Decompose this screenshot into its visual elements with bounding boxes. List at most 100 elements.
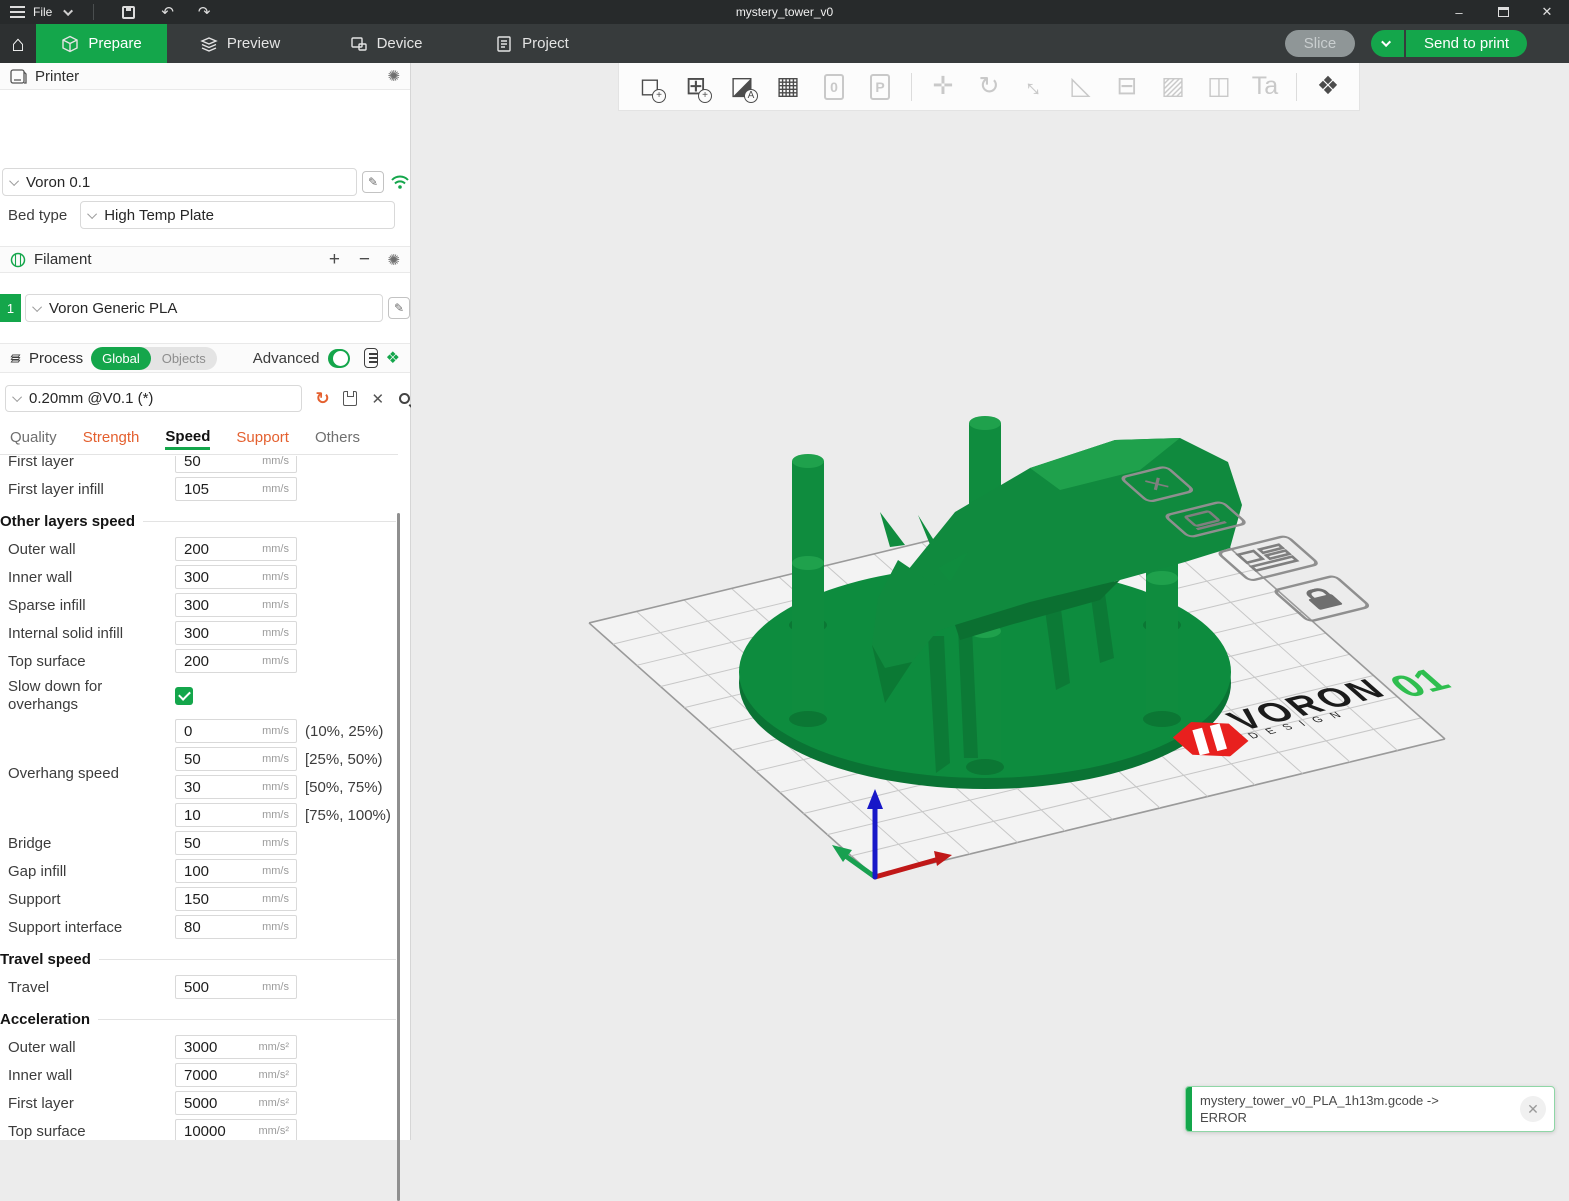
setting-input[interactable]: 50mm/s — [175, 456, 297, 473]
setting-unit: mm/s — [262, 456, 296, 467]
setting-input[interactable]: 3000mm/s² — [175, 1035, 297, 1059]
undo-button[interactable]: ↶ — [161, 5, 174, 20]
setting-input[interactable]: 200mm/s — [175, 537, 297, 561]
setting-input[interactable]: 10000mm/s² — [175, 1119, 297, 1140]
process-profile-select[interactable]: 0.20mm @V0.1 (*) — [5, 385, 302, 412]
redo-button[interactable]: ↷ — [198, 5, 211, 20]
add-plate-icon[interactable]: ⊞+ — [677, 68, 715, 106]
parameter-list-icon[interactable] — [364, 348, 378, 368]
setting-input[interactable]: 50mm/s — [175, 831, 297, 855]
setting-input[interactable]: 300mm/s — [175, 593, 297, 617]
file-menu-caret-icon[interactable] — [63, 6, 73, 16]
setting-row: First layer infill105mm/s — [8, 475, 398, 503]
setting-value: 0 — [176, 723, 262, 740]
close-button[interactable]: ✕ — [1525, 0, 1569, 24]
send-to-print-button[interactable]: Send to print — [1406, 30, 1527, 57]
setting-input[interactable]: 10mm/s — [175, 803, 297, 827]
notification-close-icon[interactable]: ✕ — [1520, 1096, 1546, 1122]
process-tune-icon[interactable]: ❖ — [386, 348, 400, 368]
remove-filament-button[interactable]: − — [353, 249, 375, 271]
filament-settings-gear-icon[interactable]: ✺ — [387, 251, 400, 269]
scope-global[interactable]: Global — [91, 347, 151, 370]
setting-input[interactable]: 300mm/s — [175, 565, 297, 589]
save-button[interactable] — [122, 6, 135, 19]
setting-label: Slow down for overhangs — [8, 678, 175, 714]
filament-select[interactable]: Voron Generic PLA — [25, 294, 383, 322]
setting-unit: mm/s² — [258, 1069, 296, 1081]
section-label: Travel speed — [0, 951, 91, 968]
edit-filament-button[interactable]: ✎ — [388, 297, 410, 319]
add-filament-button[interactable]: + — [323, 249, 345, 271]
split-to-parts-icon: ▨ — [1154, 68, 1192, 106]
home-button[interactable]: ⌂ — [0, 24, 36, 63]
maximize-icon — [1498, 7, 1509, 17]
advanced-toggle[interactable] — [328, 349, 351, 368]
setting-label: Support — [8, 891, 175, 908]
setting-unit: mm/s — [262, 893, 296, 905]
process-tab-others[interactable]: Others — [315, 429, 360, 448]
send-options-button[interactable] — [1371, 30, 1404, 57]
chevron-down-icon — [12, 392, 22, 402]
edit-printer-button[interactable]: ✎ — [362, 171, 384, 193]
printer-select[interactable]: Voron 0.1 — [2, 168, 357, 196]
scene-3d[interactable] — [411, 63, 1569, 1140]
maximize-button[interactable] — [1481, 0, 1525, 24]
setting-row: First layer50mm/s — [8, 456, 398, 475]
setting-input[interactable]: 105mm/s — [175, 477, 297, 501]
save-profile-icon[interactable] — [343, 391, 358, 406]
checkbox[interactable] — [175, 687, 193, 705]
setting-input[interactable]: 5000mm/s² — [175, 1091, 297, 1115]
file-menu[interactable]: File — [33, 5, 52, 19]
setting-input[interactable]: 100mm/s — [175, 859, 297, 883]
setting-value: 3000 — [176, 1039, 258, 1056]
setting-value: 5000 — [176, 1095, 258, 1112]
tab-preview[interactable]: Preview — [167, 24, 313, 63]
assembly-icon[interactable]: ❖ — [1309, 68, 1347, 106]
setting-unit: mm/s² — [258, 1041, 296, 1053]
printer-settings-gear-icon[interactable]: ✺ — [387, 67, 400, 85]
settings-scrollbar[interactable] — [397, 513, 400, 1201]
setting-input[interactable]: 200mm/s — [175, 649, 297, 673]
move-icon: ✛ — [924, 68, 962, 106]
setting-label: Top surface — [8, 653, 175, 670]
viewport-3d[interactable]: ✕ VORON DESIGN 01 ◻+⊞+◪A▦0P✛↻↔◺⊟▨◫Ta❖ my… — [411, 63, 1569, 1140]
process-tab-support[interactable]: Support — [236, 429, 289, 448]
tab-prepare[interactable]: Prepare — [36, 24, 167, 63]
reset-profile-icon[interactable]: ↻ — [315, 389, 329, 409]
copy-icon: 0 — [815, 68, 853, 106]
slice-button[interactable]: Slice — [1285, 30, 1355, 57]
setting-input[interactable]: 30mm/s — [175, 775, 297, 799]
setting-input[interactable]: 50mm/s — [175, 747, 297, 771]
setting-unit: mm/s — [262, 753, 296, 765]
setting-row: Travel500mm/s — [8, 973, 398, 1001]
setting-input[interactable]: 300mm/s — [175, 621, 297, 645]
wifi-connected-icon[interactable] — [390, 174, 410, 190]
process-tab-quality[interactable]: Quality — [10, 429, 57, 448]
clear-profile-icon[interactable]: ✕ — [371, 390, 384, 408]
auto-orient-icon[interactable]: ◪A — [723, 68, 761, 106]
setting-input[interactable]: 7000mm/s² — [175, 1063, 297, 1087]
setting-input[interactable]: 80mm/s — [175, 915, 297, 939]
process-tab-strength[interactable]: Strength — [83, 429, 140, 448]
setting-input[interactable]: 150mm/s — [175, 887, 297, 911]
setting-input[interactable]: 0mm/s — [175, 719, 297, 743]
app-menu-icon[interactable] — [10, 11, 25, 13]
process-tab-speed[interactable]: Speed — [165, 428, 210, 450]
setting-input[interactable]: 500mm/s — [175, 975, 297, 999]
search-setting-icon[interactable] — [399, 393, 410, 404]
filament-row: 1 Voron Generic PLA ✎ — [0, 294, 410, 322]
printer-icon — [10, 69, 27, 84]
setting-label: Overhang speed — [8, 717, 175, 829]
tab-device[interactable]: Device — [313, 24, 459, 63]
minimize-button[interactable]: – — [1437, 0, 1481, 24]
tab-project[interactable]: Project — [459, 24, 605, 63]
bed-type-select[interactable]: High Temp Plate — [80, 201, 395, 229]
add-model-icon[interactable]: ◻+ — [631, 68, 669, 106]
setting-unit: mm/s — [262, 781, 296, 793]
setting-unit: mm/s² — [258, 1097, 296, 1109]
setting-label: First layer — [8, 1095, 175, 1112]
arrange-icon[interactable]: ▦ — [769, 68, 807, 106]
place-on-face-icon: ◺ — [1062, 68, 1100, 106]
setting-label: First layer — [8, 456, 175, 470]
scope-objects[interactable]: Objects — [151, 351, 217, 366]
